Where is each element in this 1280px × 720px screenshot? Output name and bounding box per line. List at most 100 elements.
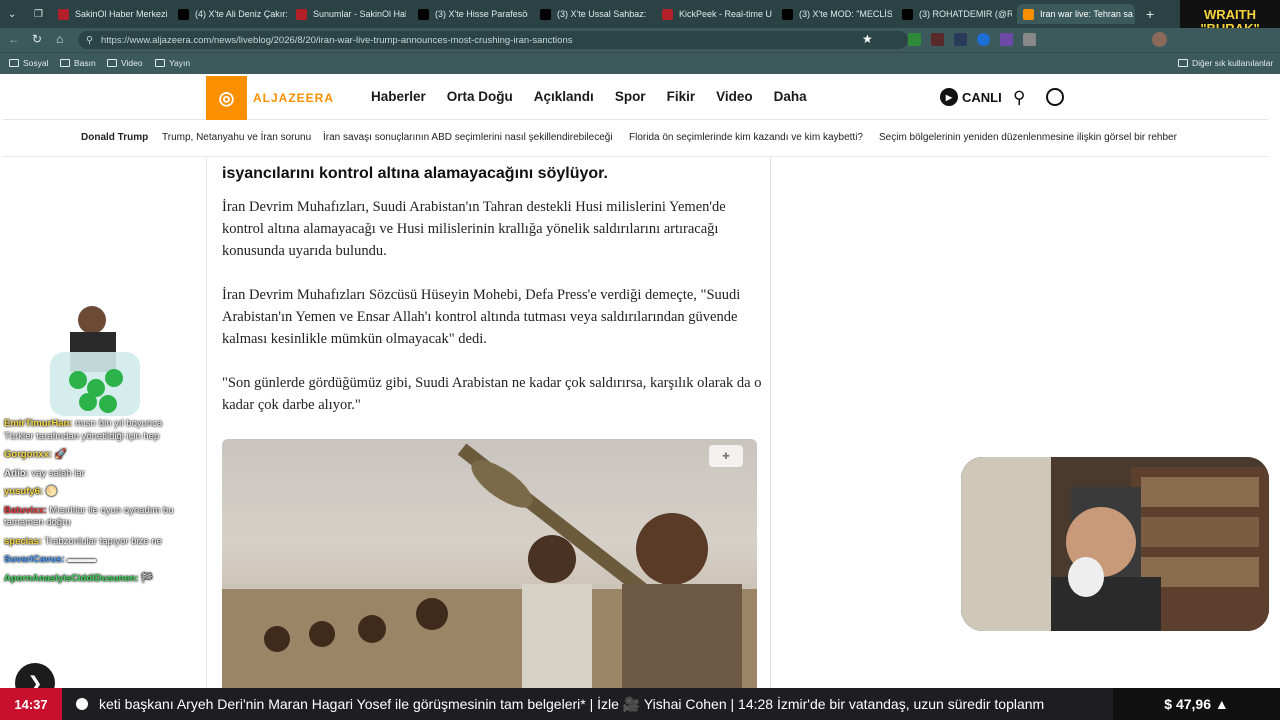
- bookmark-label: Video: [121, 58, 143, 68]
- url-text: https://www.aljazeera.com/news/liveblog/…: [100, 34, 573, 46]
- chat-text: Trabzonlular tapıyor bize ne: [44, 535, 162, 547]
- tab-groups-icon[interactable]: ❐: [28, 4, 50, 24]
- chat-message: Batuvixx: Mısırlılar ile oyun oynadım bu…: [4, 505, 174, 530]
- browser-tab[interactable]: (4) X'te Ali Deniz Çakır:✕: [172, 4, 288, 24]
- reload-icon[interactable]: ↻: [32, 32, 42, 46]
- bookmark-folder[interactable]: Video: [107, 58, 143, 68]
- browser-tab[interactable]: (3) X'te MOD: "MECLİS✕: [776, 4, 892, 24]
- tab-favicon-icon: [540, 8, 551, 20]
- chat-username: EmirTimurHan:: [4, 418, 73, 429]
- home-icon[interactable]: ⌂: [56, 32, 63, 46]
- chat-text: vay salah lar: [31, 467, 85, 479]
- topic-link[interactable]: Trump, Netanyahu ve İran sorunu: [162, 132, 311, 143]
- browser-tab[interactable]: Iran war live: Tehran sa✕: [1017, 4, 1135, 24]
- extension-icon[interactable]: [908, 33, 921, 46]
- topic-link[interactable]: Seçim bölgelerinin yeniden düzenlenmesin…: [879, 132, 1177, 143]
- news-ticker: 14:37 keti başkanı Aryeh Deri'nin Maran …: [0, 688, 1280, 720]
- chat-message: ApornAnaslyisCiddiDusunen: 🏁: [4, 573, 174, 586]
- browser-tab[interactable]: Sunumlar - SakinOl Hab✕: [290, 4, 406, 24]
- extensions-area: [908, 33, 1036, 46]
- extension-icon[interactable]: [1023, 33, 1036, 46]
- bookmark-folder[interactable]: Yayın: [155, 58, 190, 68]
- chat-username: ApornAnaslyisCiddiDusunen:: [4, 572, 139, 584]
- search-icon[interactable]: ⚲: [1013, 88, 1025, 108]
- other-bookmarks-folder[interactable]: Diğer sık kullanılanlar: [1178, 58, 1273, 68]
- nav-item-orta-dogu[interactable]: Orta Doğu: [447, 89, 513, 104]
- bookmark-folder[interactable]: Sosyal: [9, 58, 49, 68]
- bookmark-folder[interactable]: Basın: [60, 58, 96, 68]
- tab-favicon-icon: [58, 8, 69, 20]
- new-tab-button[interactable]: +: [1140, 4, 1160, 24]
- bookmark-label: Diğer sık kullanılanlar: [1192, 58, 1274, 68]
- folder-icon: [1178, 59, 1188, 67]
- badge-line-1: WRAITH: [1204, 7, 1256, 22]
- browser-tab[interactable]: SakinOl Haber Merkezi✕: [52, 4, 168, 24]
- topic-link[interactable]: İran savaşı sonuçlarının ABD seçimlerini…: [323, 132, 613, 143]
- tab-title: Sunumlar - SakinOl Hab: [313, 9, 406, 19]
- bookmark-star-icon[interactable]: ★: [862, 32, 873, 46]
- account-icon[interactable]: [1046, 88, 1064, 106]
- chat-text: ▬▬▬: [67, 554, 96, 565]
- nav-item-aciklandi[interactable]: Açıklandı: [534, 89, 594, 104]
- bookmarks-bar: Sosyal Basın Video Yayın Diğer sık kulla…: [0, 52, 1280, 74]
- tab-title: (3) ROHATDEMIR (@RO: [919, 9, 1012, 19]
- bookmark-label: Yayın: [169, 58, 191, 68]
- chat-text: 🚀: [54, 449, 67, 460]
- bookmark-label: Basın: [74, 58, 96, 68]
- extension-icon[interactable]: [977, 33, 990, 46]
- nav-item-spor[interactable]: Spor: [615, 89, 646, 104]
- logo-text: ALJAZEERA: [252, 91, 334, 105]
- chat-message: Gorgonxx: 🚀: [4, 449, 174, 462]
- chat-username: Batuvixx:: [4, 504, 47, 516]
- browser-tab[interactable]: (3) X'te Hisse Parafesör✕: [412, 4, 528, 24]
- tab-title: (3) X'te MOD: "MECLİS: [799, 9, 892, 19]
- chat-message: specias: Trabzonlular tapıyor bize ne: [4, 536, 174, 549]
- topic-link[interactable]: Florida ön seçimlerinde kim kazandı ve k…: [629, 132, 863, 143]
- webcam-overlay: [961, 457, 1269, 631]
- site-info-icon[interactable]: ⚲: [86, 35, 93, 46]
- nav-item-fikir[interactable]: Fikir: [667, 89, 696, 104]
- chat-username: SuvariCavus:: [4, 554, 65, 565]
- nav-item-video[interactable]: Video: [716, 89, 753, 104]
- nav-item-haberler[interactable]: Haberler: [371, 89, 426, 104]
- tab-favicon-icon: [782, 8, 793, 20]
- article-paragraph: İran Devrim Muhafızları, Suudi Arabistan…: [222, 199, 726, 259]
- live-button[interactable]: ▶ CANLI: [940, 88, 1002, 106]
- extension-icon[interactable]: [954, 33, 967, 46]
- tab-title: KickPeek - Real-time UI: [679, 9, 772, 19]
- nav-item-daha[interactable]: Daha: [774, 89, 807, 104]
- back-icon[interactable]: ←: [8, 32, 20, 46]
- address-bar[interactable]: ⚲ https://www.aljazeera.com/news/liveblo…: [78, 31, 908, 49]
- site-header: ◎ ALJAZEERA Haberler Orta Doğu Açıklandı…: [3, 76, 1268, 120]
- ticker-text: keti başkanı Aryeh Deri'nin Maran Hagari…: [99, 696, 1045, 712]
- chat-message: EmirTimurHan: mısrı bin yıl boyunca Türk…: [4, 418, 174, 443]
- profile-avatar[interactable]: [1152, 32, 1167, 47]
- stream-chat-overlay: EmirTimurHan: mısrı bin yıl boyunca Türk…: [4, 418, 174, 591]
- tab-favicon-icon: [902, 8, 913, 20]
- tab-title: (4) X'te Ali Deniz Çakır:: [195, 9, 288, 19]
- chat-username: Gorgonxx:: [4, 449, 53, 460]
- browser-tab-strip: ⌄ ❐ SakinOl Haber Merkezi✕(4) X'te Ali D…: [0, 0, 1280, 28]
- browser-tab[interactable]: (3) X'te Ussal Sahbaz:✕: [534, 4, 650, 24]
- tab-favicon-icon: [418, 8, 429, 20]
- tab-list-button[interactable]: ⌄: [2, 4, 24, 24]
- folder-icon: [155, 59, 165, 67]
- play-icon: ▶: [940, 88, 958, 106]
- extension-icon[interactable]: [931, 33, 944, 46]
- folder-icon: [107, 59, 117, 67]
- aljazeera-logo[interactable]: ◎ ALJAZEERA: [206, 76, 334, 120]
- photo-illustration: [222, 443, 757, 688]
- chat-message: yusufy6: 🌕: [4, 486, 174, 499]
- browser-tab[interactable]: KickPeek - Real-time UI✕: [656, 4, 772, 24]
- bookmark-label: Sosyal: [23, 58, 49, 68]
- record-icon: [76, 698, 88, 710]
- extension-icon[interactable]: [1000, 33, 1013, 46]
- chat-message: Arlio: vay salah lar: [4, 468, 174, 481]
- topic-navigation: Donald Trump Trump, Netanyahu ve İran so…: [3, 121, 1268, 157]
- topic-link[interactable]: Donald Trump: [81, 132, 148, 143]
- image-expand-icon[interactable]: ✚: [709, 445, 743, 467]
- live-label: CANLI: [962, 89, 1002, 105]
- browser-tab[interactable]: (3) ROHATDEMIR (@RO✕: [896, 4, 1012, 24]
- folder-icon: [9, 59, 19, 67]
- chat-text: 🏁: [141, 572, 154, 584]
